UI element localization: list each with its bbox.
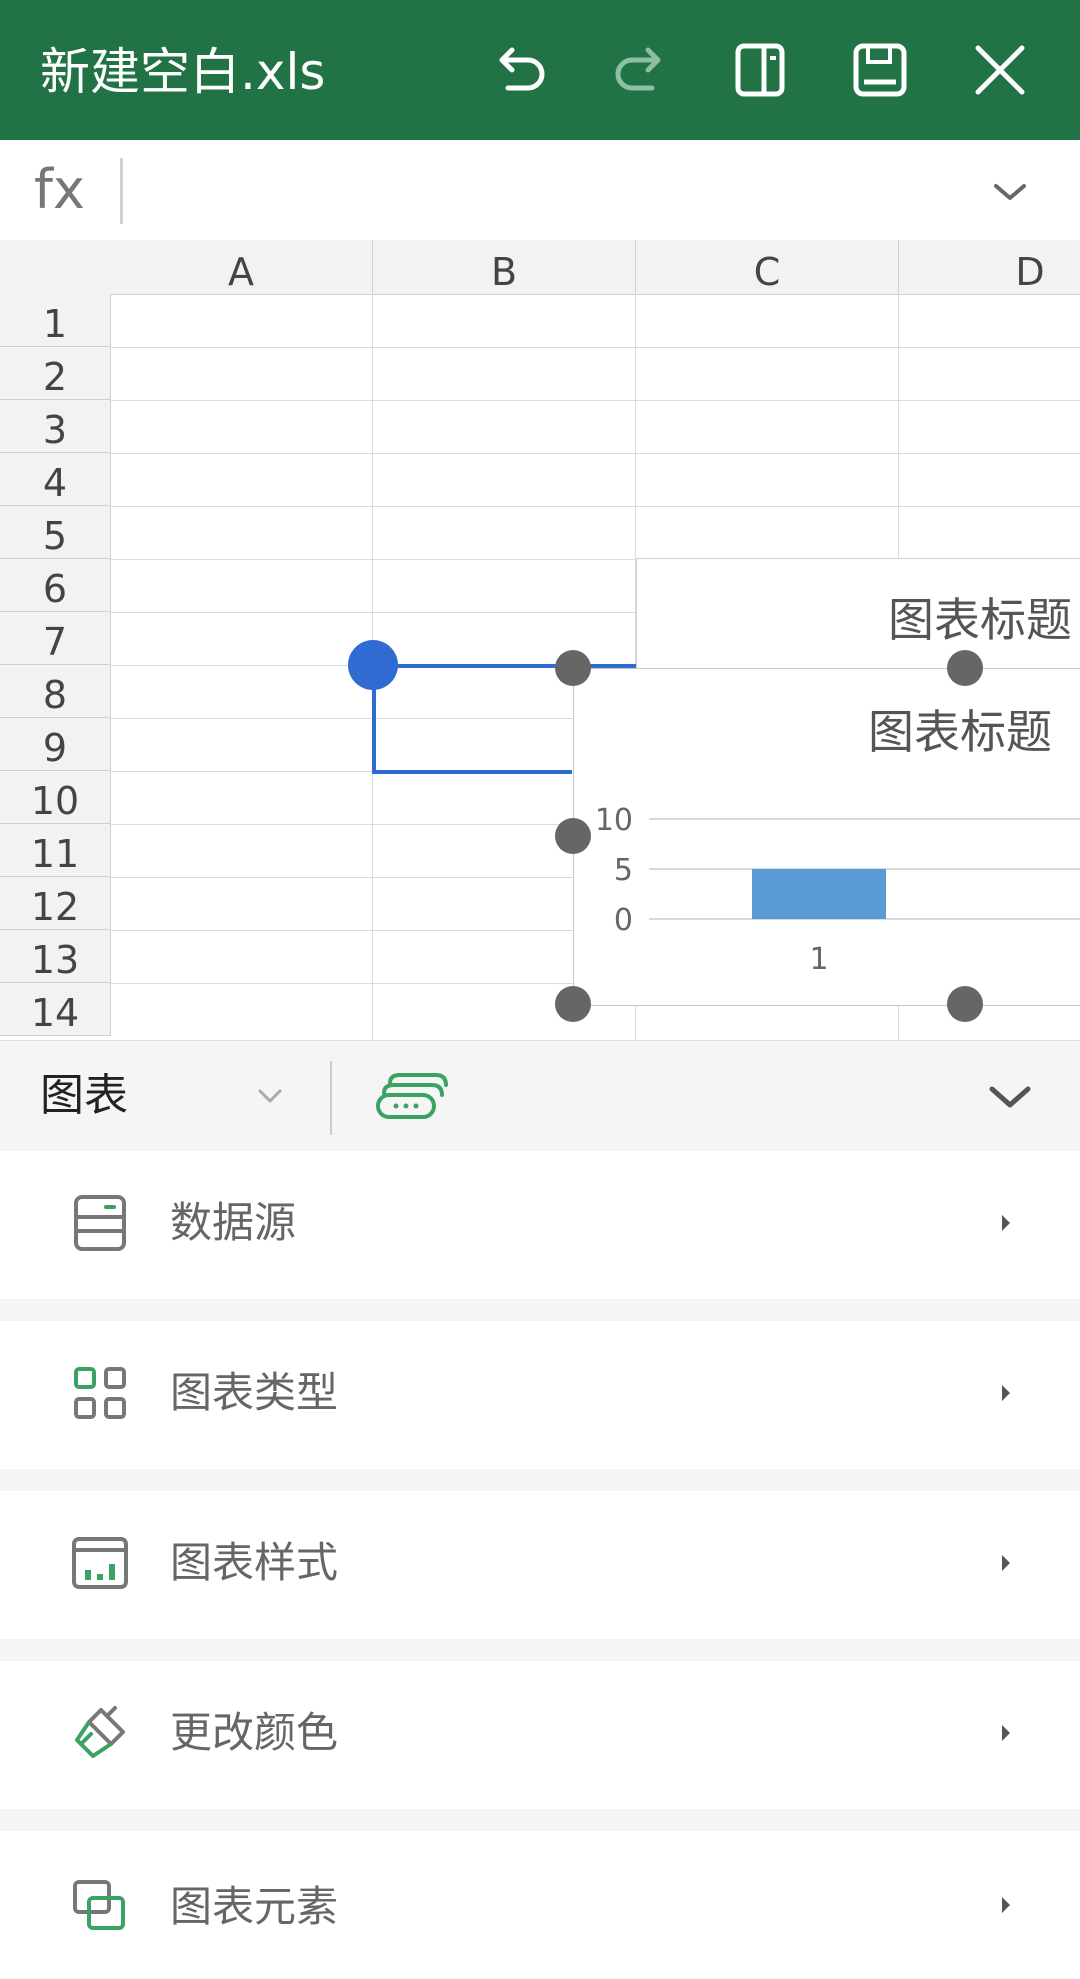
panel-tab-label[interactable]: 图表 [40, 1069, 128, 1123]
chart-resize-handle-top-left[interactable] [555, 650, 591, 686]
row-header-13[interactable]: 13 [0, 930, 111, 983]
chevron-down-icon [989, 1086, 1031, 1108]
menu-separator [0, 1809, 1080, 1831]
menu-separator [0, 1469, 1080, 1491]
menu-item-chart-type[interactable]: 图表类型 [0, 1321, 1080, 1469]
fx-label: fx [34, 158, 85, 221]
close-icon [975, 45, 1025, 95]
grid-line [110, 347, 1080, 348]
chart-elements-icon [68, 1875, 132, 1939]
menu-item-chart-elements[interactable]: 图表元素 [0, 1831, 1080, 1979]
row-header-2[interactable]: 2 [0, 347, 111, 400]
chart-style-icon [68, 1531, 132, 1595]
menu-separator [0, 1299, 1080, 1321]
row-header-5[interactable]: 5 [0, 506, 111, 559]
grid-icon [68, 1361, 132, 1425]
chart-bar[interactable] [752, 869, 886, 919]
row-header-4[interactable]: 4 [0, 453, 111, 506]
column-header-d[interactable]: D [899, 240, 1080, 294]
menu-item-label: 图表元素 [170, 1882, 339, 1931]
menu-item-label: 图表类型 [170, 1368, 339, 1417]
save-icon [853, 43, 907, 97]
redo-button[interactable] [600, 30, 680, 110]
save-button[interactable] [840, 30, 920, 110]
chevron-right-icon [996, 1893, 1016, 1917]
chevron-right-icon [996, 1721, 1016, 1745]
menu-item-label: 数据源 [170, 1198, 297, 1247]
y-tick-label: 5 [614, 853, 633, 888]
row-header-7[interactable]: 7 [0, 612, 111, 665]
column-header-c[interactable]: C [636, 240, 899, 294]
row-header-8[interactable]: 8 [0, 665, 111, 718]
menu-item-label: 图表样式 [170, 1538, 339, 1587]
data-source-icon [68, 1191, 132, 1255]
chevron-right-icon [996, 1211, 1016, 1235]
menu-item-change-color[interactable]: 更改颜色 [0, 1661, 1080, 1809]
chevron-down-icon [258, 1089, 282, 1103]
chart-back-title: 图表标题 [888, 593, 1072, 647]
paint-brush-icon [68, 1701, 132, 1765]
selection-start-handle[interactable] [348, 640, 398, 690]
y-tick-label: 0 [614, 903, 633, 938]
chevron-right-icon [996, 1381, 1016, 1405]
chart-resize-handle-bottom-left[interactable] [555, 986, 591, 1022]
undo-icon [499, 47, 545, 91]
chart-resize-handle-top[interactable] [947, 650, 983, 686]
keyboard-toggle-icon [376, 1073, 448, 1119]
chevron-right-icon [996, 1551, 1016, 1575]
row-header-12[interactable]: 12 [0, 877, 111, 930]
row-header-10[interactable]: 10 [0, 771, 111, 824]
grid-line [110, 453, 1080, 454]
cell-selection[interactable] [372, 664, 572, 774]
reading-mode-button[interactable] [720, 30, 800, 110]
row-header-3[interactable]: 3 [0, 400, 111, 453]
grid-line [110, 506, 1080, 507]
close-button[interactable] [960, 30, 1040, 110]
chart-panel-header: 图表 [0, 1040, 1080, 1152]
row-header-9[interactable]: 9 [0, 718, 111, 771]
column-header-b[interactable]: B [373, 240, 636, 294]
y-tick-label: 10 [595, 803, 633, 838]
x-tick-label: 1 [809, 942, 828, 977]
chart-resize-handle-bottom[interactable] [947, 986, 983, 1022]
document-title: 新建空白.xls [40, 43, 326, 101]
chart-title: 图表标题 [868, 705, 1052, 759]
menu-separator [0, 1639, 1080, 1661]
panel-tab-dropdown[interactable] [250, 1081, 290, 1111]
formula-input[interactable] [140, 160, 964, 222]
row-header-11[interactable]: 11 [0, 824, 111, 877]
title-bar: 新建空白.xls [0, 0, 1080, 140]
select-all-corner[interactable] [0, 240, 111, 295]
menu-item-label: 更改颜色 [170, 1708, 339, 1757]
chart-resize-handle-left[interactable] [555, 818, 591, 854]
panel-collapse-button[interactable] [980, 1075, 1040, 1119]
menu-item-data-source[interactable]: 数据源 [0, 1151, 1080, 1299]
column-header-a[interactable]: A [110, 240, 373, 294]
redo-icon [615, 47, 661, 91]
row-header-1[interactable]: 1 [0, 294, 111, 347]
reading-mode-icon [735, 43, 785, 97]
formula-bar: fx [0, 140, 1080, 242]
formula-divider [120, 158, 123, 224]
formula-expand-button[interactable] [980, 168, 1040, 216]
panel-divider [330, 1061, 332, 1135]
menu-item-chart-style[interactable]: 图表样式 [0, 1491, 1080, 1639]
row-header-6[interactable]: 6 [0, 559, 111, 612]
row-header-14[interactable]: 14 [0, 983, 111, 1036]
keyboard-toggle-button[interactable] [372, 1067, 452, 1127]
chevron-down-icon [994, 184, 1026, 200]
undo-button[interactable] [480, 30, 560, 110]
grid-line [110, 400, 1080, 401]
